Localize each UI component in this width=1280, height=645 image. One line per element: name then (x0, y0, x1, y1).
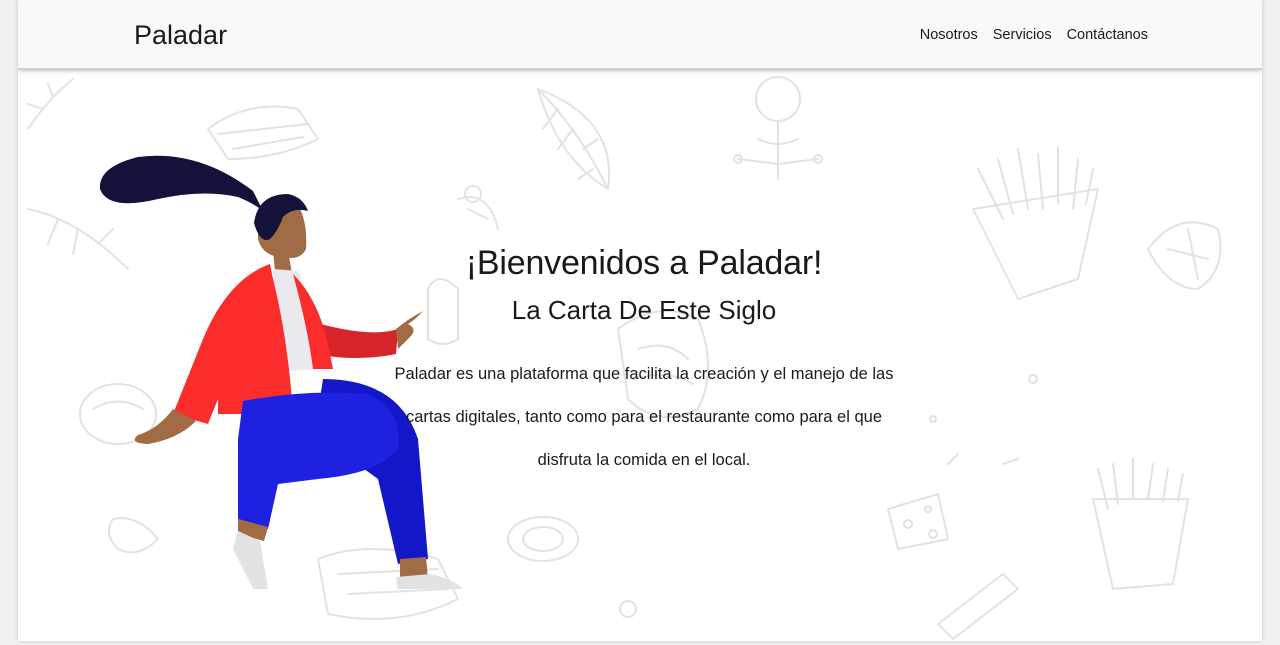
brand-logo[interactable]: Paladar (134, 18, 227, 52)
hero-subtitle: La Carta De Este Siglo (511, 295, 777, 325)
nav-link-servicios[interactable]: Servicios (993, 25, 1052, 45)
page-frame: Paladar Nosotros Servicios Contáctanos ¡… (18, 0, 1262, 641)
hero-title: ¡Bienvenidos a Paladar! (465, 244, 823, 282)
nav-link-nosotros[interactable]: Nosotros (920, 25, 978, 45)
nav-link-contactanos[interactable]: Contáctanos (1067, 25, 1148, 45)
hero-section: ¡Bienvenidos a Paladar! La Carta De Este… (18, 69, 1262, 641)
navbar: Paladar Nosotros Servicios Contáctanos (18, 0, 1262, 69)
hero-description: Paladar es una plataforma que facilita l… (394, 365, 894, 469)
nav-links: Nosotros Servicios Contáctanos (920, 25, 1148, 45)
hero-text-block: ¡Bienvenidos a Paladar! La Carta De Este… (388, 241, 900, 482)
